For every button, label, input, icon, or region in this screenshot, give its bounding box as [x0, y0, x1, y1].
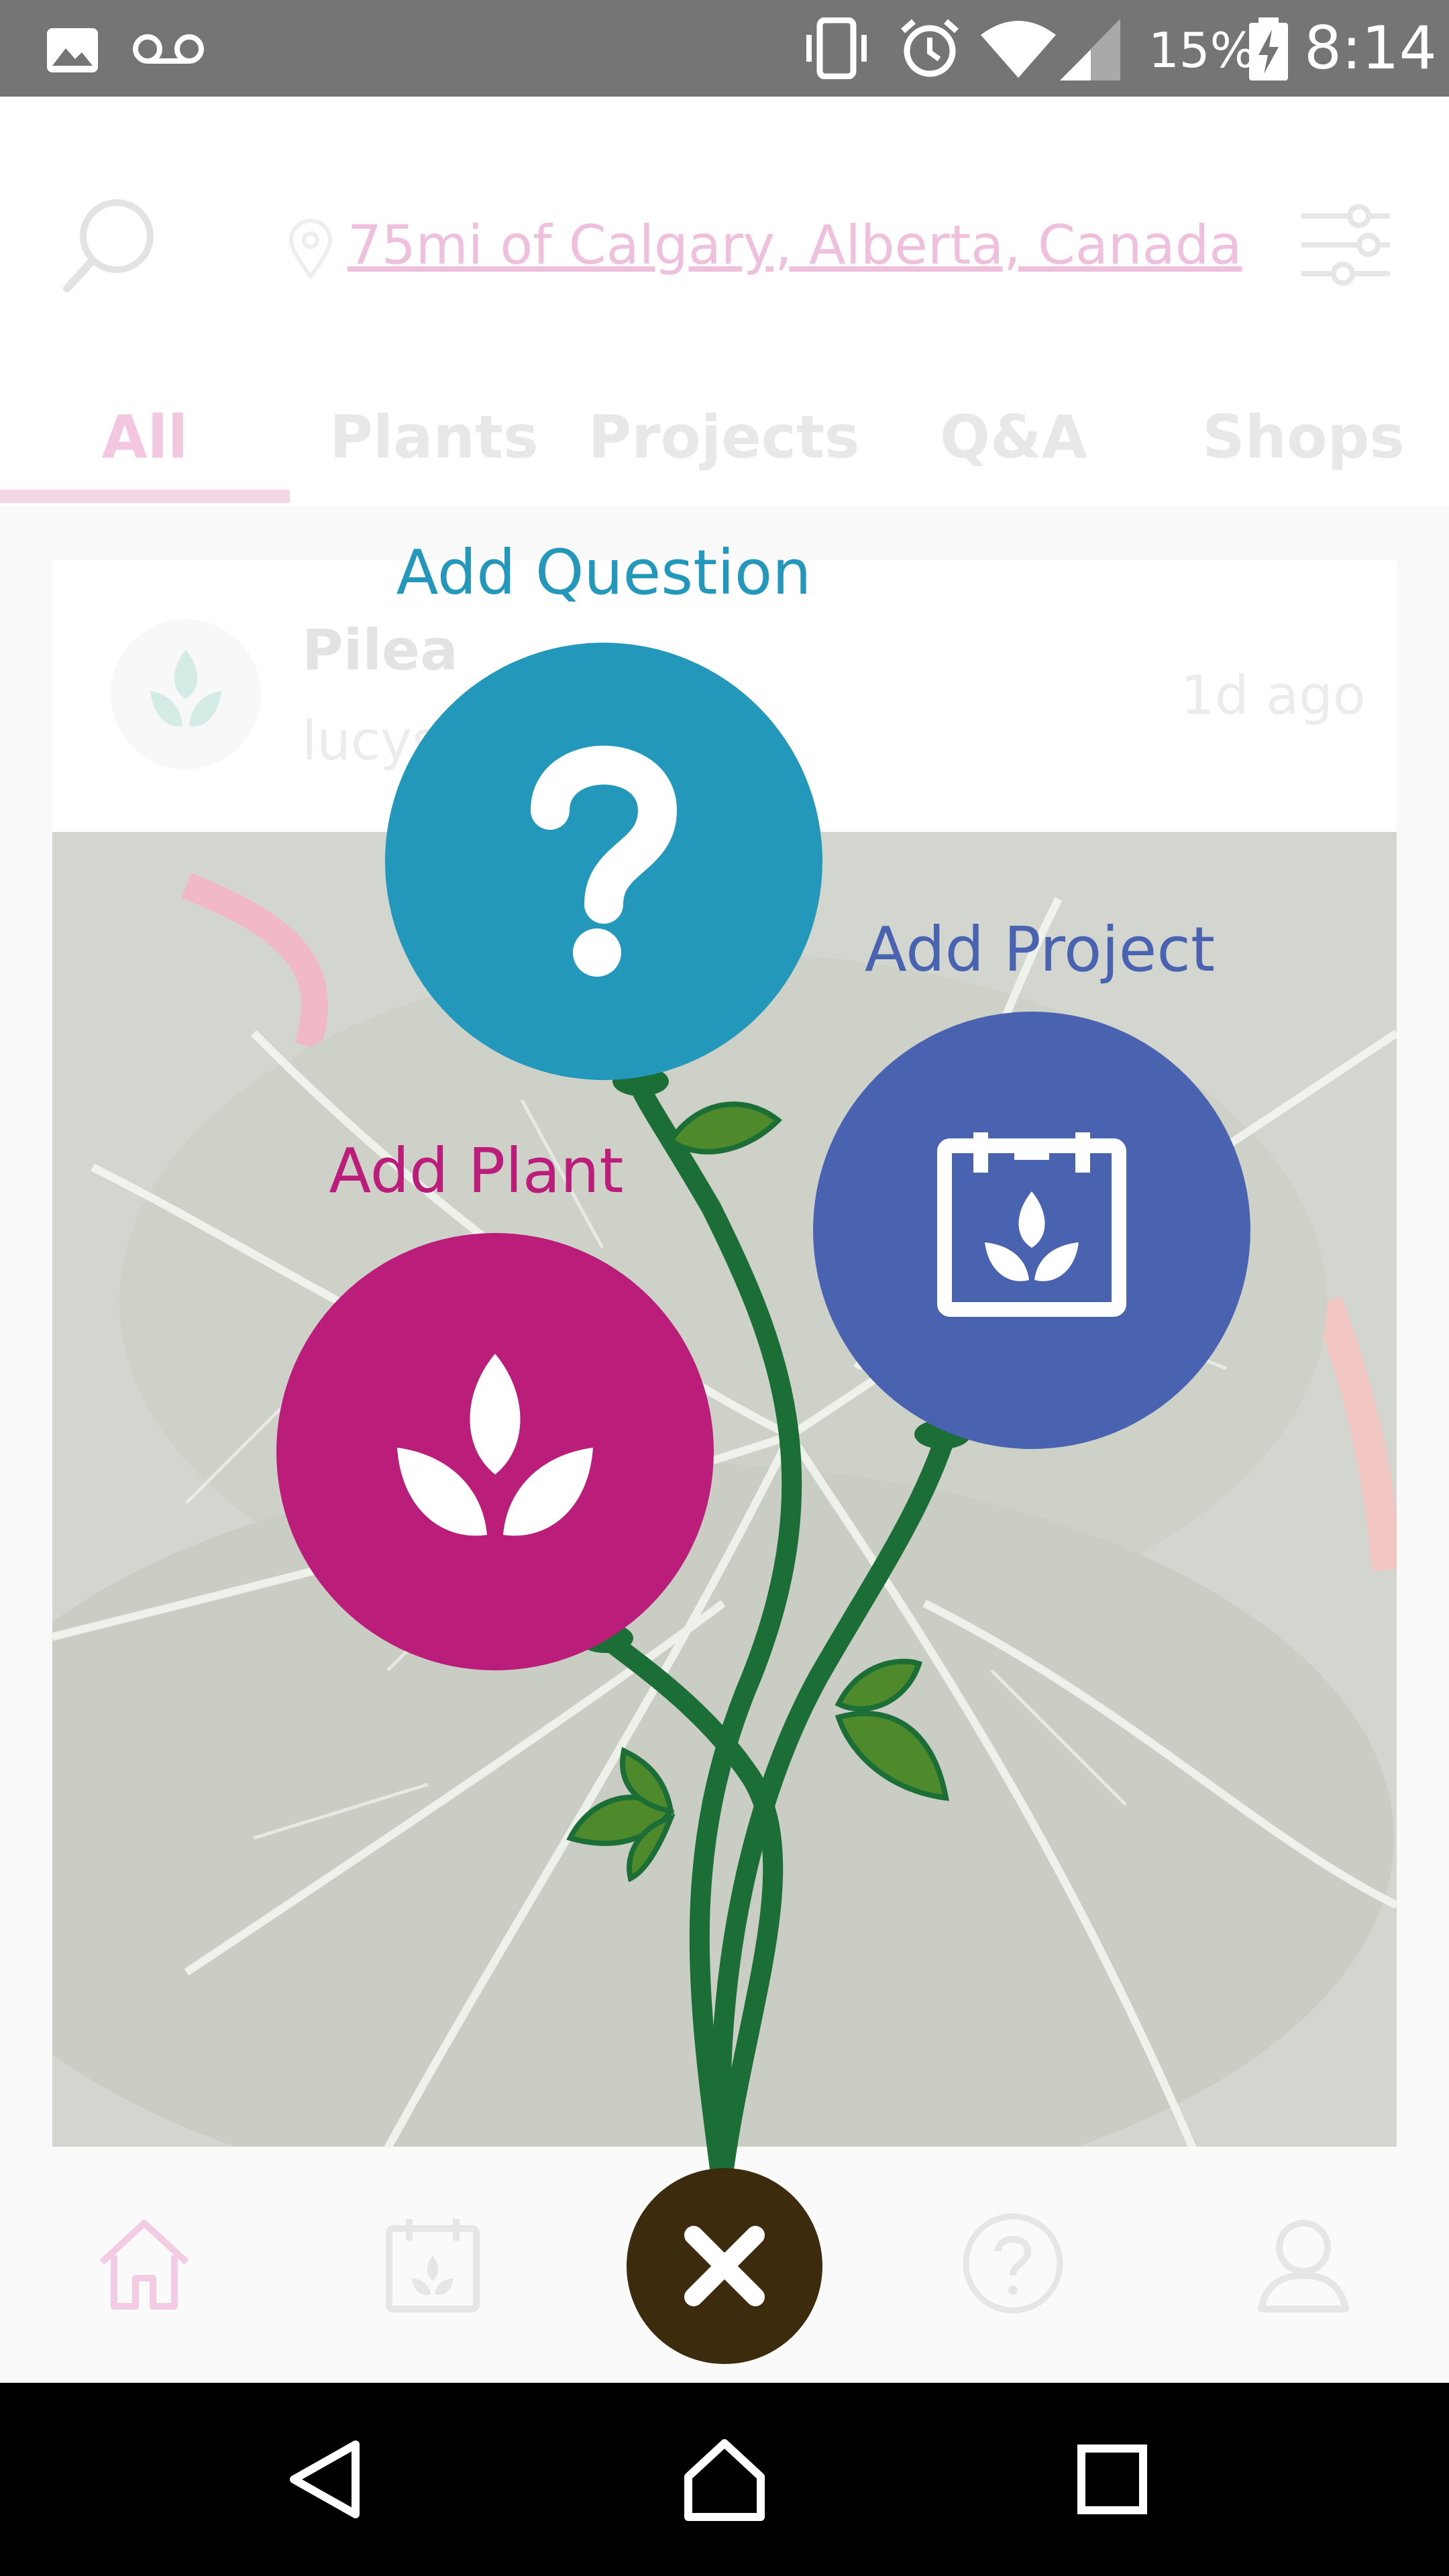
- back-icon[interactable]: [284, 2439, 365, 2520]
- add-plant-button[interactable]: [276, 1233, 714, 1670]
- recents-icon[interactable]: [1076, 2443, 1148, 2516]
- add-question-label: Add Question: [396, 537, 812, 608]
- add-project-label: Add Project: [864, 914, 1216, 985]
- add-question-button[interactable]: [385, 643, 822, 1080]
- home-nav-icon[interactable]: [682, 2436, 767, 2522]
- add-project-button[interactable]: [813, 1012, 1250, 1449]
- close-button[interactable]: [624, 2165, 825, 2367]
- android-nav-bar: [0, 2383, 1449, 2576]
- add-plant-label: Add Plant: [329, 1135, 624, 1207]
